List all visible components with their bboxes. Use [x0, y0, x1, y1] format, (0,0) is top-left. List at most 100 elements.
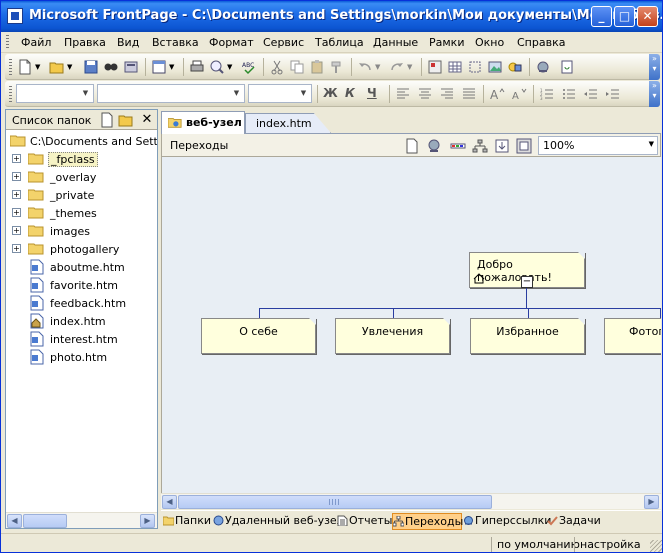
- print-icon[interactable]: [189, 59, 205, 75]
- expand-icon[interactable]: +: [12, 154, 21, 163]
- redo-dropdown-icon[interactable]: ▼: [407, 63, 412, 71]
- menu-insert[interactable]: Вставка: [152, 36, 199, 49]
- menu-format[interactable]: Формат: [209, 36, 254, 49]
- tree-item-favorite[interactable]: favorite.htm: [6, 276, 157, 294]
- toolbar-more-chevron[interactable]: » ▾: [649, 81, 660, 107]
- tree-item-index[interactable]: index.htm: [6, 312, 157, 330]
- new-folder-icon[interactable]: [118, 112, 134, 128]
- insert-table-icon[interactable]: [447, 59, 463, 75]
- toolbar-grip[interactable]: [9, 86, 12, 102]
- tree-item-themes[interactable]: + _themes: [6, 204, 157, 222]
- view-reports[interactable]: Отчеты: [337, 513, 392, 530]
- expand-icon[interactable]: +: [12, 244, 21, 253]
- search-icon[interactable]: [103, 59, 119, 75]
- scroll-right-icon[interactable]: ▶: [140, 514, 155, 528]
- decrease-indent-icon[interactable]: [583, 86, 599, 102]
- font-size-combo[interactable]: ▼: [248, 84, 312, 103]
- font-combo[interactable]: ▼: [97, 84, 245, 103]
- scroll-left-icon[interactable]: ◀: [7, 514, 22, 528]
- align-center-icon[interactable]: [417, 86, 433, 102]
- toolbar-more-chevron[interactable]: » ▾: [649, 54, 660, 80]
- new-top-page-icon[interactable]: [404, 138, 420, 154]
- folder-pane-scrollbar[interactable]: ◀ ▶: [6, 512, 157, 528]
- refresh-icon[interactable]: [559, 59, 575, 75]
- underline-button[interactable]: Ч: [367, 86, 377, 100]
- minimize-button[interactable]: _: [591, 6, 612, 27]
- web-component-icon[interactable]: [427, 59, 443, 75]
- menu-data[interactable]: Данные: [373, 36, 418, 49]
- open-folder-icon[interactable]: [49, 59, 65, 75]
- menu-help[interactable]: Справка: [517, 36, 565, 49]
- canvas-scrollbar[interactable]: ◀ ▶: [161, 493, 661, 509]
- preview-dropdown-icon[interactable]: ▼: [227, 63, 232, 71]
- resize-grip-icon[interactable]: [650, 540, 662, 552]
- scrollbar-thumb[interactable]: [178, 495, 492, 509]
- collapse-toggle[interactable]: −: [521, 276, 533, 288]
- menu-edit[interactable]: Правка: [64, 36, 106, 49]
- tree-item-interest[interactable]: interest.htm: [6, 330, 157, 348]
- tree-item-overlay[interactable]: + _overlay: [6, 168, 157, 186]
- paste-icon[interactable]: [309, 59, 325, 75]
- format-painter-icon[interactable]: [329, 59, 345, 75]
- close-pane-icon[interactable]: ✕: [139, 112, 155, 128]
- tree-item-photogallery[interactable]: + photogallery: [6, 240, 157, 258]
- redo-icon[interactable]: [389, 59, 405, 75]
- tree-item-photo[interactable]: photo.htm: [6, 348, 157, 366]
- nav-node-favorites[interactable]: Избранное: [470, 318, 585, 354]
- link-bar-icon[interactable]: [450, 138, 466, 154]
- bulleted-list-icon[interactable]: [561, 86, 577, 102]
- menu-window[interactable]: Окно: [475, 36, 504, 49]
- scroll-left-icon[interactable]: ◀: [162, 495, 177, 509]
- save-icon[interactable]: [83, 59, 99, 75]
- undo-icon[interactable]: [357, 59, 373, 75]
- view-tasks[interactable]: Задачи: [547, 513, 607, 530]
- external-link-icon[interactable]: [426, 138, 442, 154]
- preview-icon[interactable]: [209, 59, 225, 75]
- menu-frames[interactable]: Рамки: [429, 36, 464, 49]
- expand-icon[interactable]: +: [12, 172, 21, 181]
- decrease-font-icon[interactable]: A: [511, 86, 527, 102]
- folder-list-icon[interactable]: [151, 59, 167, 75]
- view-navigation[interactable]: Переходы: [392, 513, 463, 530]
- spelling-icon[interactable]: ABC: [241, 59, 257, 75]
- menu-view[interactable]: Вид: [117, 36, 139, 49]
- tab-website[interactable]: веб-узел: [161, 111, 245, 134]
- folder-list-dropdown-icon[interactable]: ▼: [169, 63, 174, 71]
- view-folders[interactable]: Папки: [163, 513, 211, 530]
- tree-item-fpclass[interactable]: + _fpclass: [6, 150, 157, 168]
- frontpage-app-icon[interactable]: [7, 8, 23, 24]
- align-left-icon[interactable]: [395, 86, 411, 102]
- bold-button[interactable]: Ж: [323, 86, 338, 100]
- menu-grip[interactable]: [6, 35, 9, 50]
- scrollbar-thumb[interactable]: [23, 514, 67, 528]
- style-combo[interactable]: ▼: [16, 84, 94, 103]
- close-button[interactable]: ✕: [637, 6, 658, 27]
- increase-font-icon[interactable]: A: [489, 86, 505, 102]
- navigation-canvas[interactable]: Добро пожаловать! − О себе Увлечения Изб…: [161, 157, 661, 493]
- scroll-right-icon[interactable]: ▶: [644, 495, 659, 509]
- nav-node-photos[interactable]: Фотог: [604, 318, 661, 354]
- tree-item-feedback[interactable]: feedback.htm: [6, 294, 157, 312]
- italic-button[interactable]: К: [345, 86, 355, 100]
- toolbar-grip[interactable]: [9, 59, 12, 75]
- align-right-icon[interactable]: [439, 86, 455, 102]
- portrait-landscape-icon[interactable]: [472, 138, 488, 154]
- menu-table[interactable]: Таблица: [315, 36, 364, 49]
- publish-icon[interactable]: [123, 59, 139, 75]
- tree-item-private[interactable]: + _private: [6, 186, 157, 204]
- tree-root[interactable]: C:\Documents and Settings: [6, 132, 157, 150]
- numbered-list-icon[interactable]: 123: [539, 86, 555, 102]
- menu-file[interactable]: Файл: [21, 36, 51, 49]
- drawing-icon[interactable]: [507, 59, 523, 75]
- tree-item-aboutme[interactable]: aboutme.htm: [6, 258, 157, 276]
- nav-node-interests[interactable]: Увлечения: [335, 318, 450, 354]
- new-page-icon[interactable]: [17, 59, 33, 75]
- undo-dropdown-icon[interactable]: ▼: [375, 63, 380, 71]
- open-dropdown-icon[interactable]: ▼: [67, 63, 72, 71]
- view-subtree-icon[interactable]: [494, 138, 510, 154]
- nav-node-home[interactable]: Добро пожаловать! −: [469, 252, 585, 288]
- expand-icon[interactable]: +: [12, 190, 21, 199]
- new-page-icon[interactable]: [99, 112, 115, 128]
- expand-icon[interactable]: +: [12, 226, 21, 235]
- copy-icon[interactable]: [289, 59, 305, 75]
